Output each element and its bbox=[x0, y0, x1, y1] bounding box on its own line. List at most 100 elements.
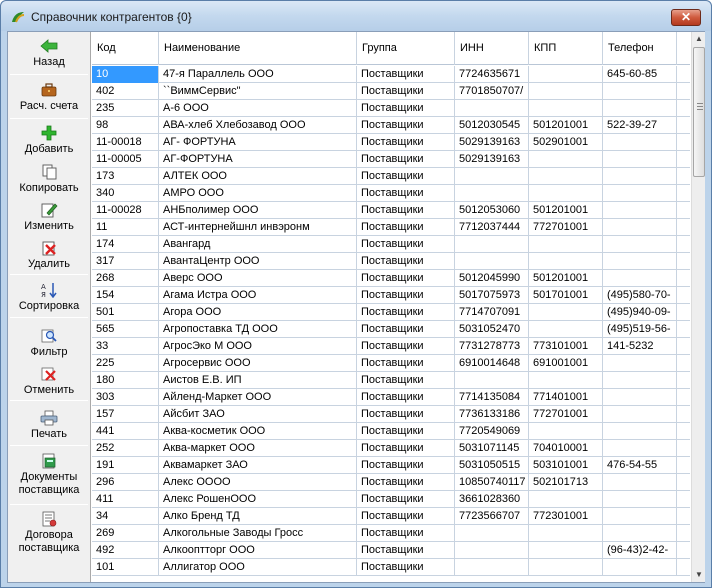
cell-kpp[interactable]: 503101001 bbox=[529, 457, 603, 474]
cell-inn[interactable]: 5031052470 bbox=[455, 321, 529, 338]
cell-inn[interactable]: 7720549069 bbox=[455, 423, 529, 440]
cell-group[interactable]: Поставщики bbox=[357, 202, 455, 219]
cell-group[interactable]: Поставщики bbox=[357, 542, 455, 559]
cell-name[interactable]: ``ВиммСервис" bbox=[159, 83, 357, 100]
cell-inn[interactable]: 5031071145 bbox=[455, 440, 529, 457]
scroll-down-arrow-icon[interactable]: ▼ bbox=[692, 568, 706, 582]
accounts-button[interactable]: Расч. счета bbox=[8, 82, 90, 113]
cell-name[interactable]: АгросЭко М ООО bbox=[159, 338, 357, 355]
cell-code[interactable]: 411 bbox=[92, 491, 159, 508]
cell-phone[interactable]: (495)519-56- bbox=[603, 321, 677, 338]
cell-code[interactable]: 441 bbox=[92, 423, 159, 440]
table-row[interactable]: 340 АМРО ООО Поставщики bbox=[92, 185, 690, 202]
cell-kpp[interactable] bbox=[529, 100, 603, 117]
cell-code[interactable]: 10 bbox=[92, 66, 159, 83]
cell-name[interactable]: Аистов Е.В. ИП bbox=[159, 372, 357, 389]
cell-name[interactable]: АНБполимер ООО bbox=[159, 202, 357, 219]
cell-group[interactable]: Поставщики bbox=[357, 151, 455, 168]
cell-group[interactable]: Поставщики bbox=[357, 525, 455, 542]
cell-name[interactable]: АГ- ФОРТУНА bbox=[159, 134, 357, 151]
cell-kpp[interactable]: 501701001 bbox=[529, 287, 603, 304]
cell-phone[interactable] bbox=[603, 508, 677, 525]
cell-inn[interactable]: 6910014648 bbox=[455, 355, 529, 372]
cell-code[interactable]: 303 bbox=[92, 389, 159, 406]
cell-group[interactable]: Поставщики bbox=[357, 270, 455, 287]
cell-phone[interactable] bbox=[603, 134, 677, 151]
cell-group[interactable]: Поставщики bbox=[357, 474, 455, 491]
cell-kpp[interactable]: 772701001 bbox=[529, 406, 603, 423]
cell-kpp[interactable] bbox=[529, 236, 603, 253]
cell-kpp[interactable] bbox=[529, 253, 603, 270]
cell-inn[interactable] bbox=[455, 372, 529, 389]
cell-group[interactable]: Поставщики bbox=[357, 355, 455, 372]
cell-code[interactable]: 402 bbox=[92, 83, 159, 100]
cell-phone[interactable] bbox=[603, 474, 677, 491]
cell-inn[interactable]: 7714135084 bbox=[455, 389, 529, 406]
cell-code[interactable]: 157 bbox=[92, 406, 159, 423]
cell-group[interactable]: Поставщики bbox=[357, 66, 455, 83]
cell-kpp[interactable] bbox=[529, 423, 603, 440]
cell-phone[interactable] bbox=[603, 406, 677, 423]
cell-kpp[interactable] bbox=[529, 491, 603, 508]
cell-name[interactable]: Алекс ОООО bbox=[159, 474, 357, 491]
cell-inn[interactable]: 7712037444 bbox=[455, 219, 529, 236]
cell-inn[interactable]: 5031050515 bbox=[455, 457, 529, 474]
table-row[interactable]: 11-00005 АГ-ФОРТУНА Поставщики 5029139163 bbox=[92, 151, 690, 168]
cell-group[interactable]: Поставщики bbox=[357, 457, 455, 474]
cell-name[interactable]: АвантаЦентр ООО bbox=[159, 253, 357, 270]
cell-inn[interactable] bbox=[455, 236, 529, 253]
cell-code[interactable]: 191 bbox=[92, 457, 159, 474]
table-row[interactable]: 191 Аквамаркет ЗАО Поставщики 5031050515 503… bbox=[92, 457, 690, 474]
scroll-up-arrow-icon[interactable]: ▲ bbox=[692, 32, 706, 46]
cell-kpp[interactable] bbox=[529, 83, 603, 100]
table-row[interactable]: 225 Агросервис ООО Поставщики 6910014648 691… bbox=[92, 355, 690, 372]
cell-phone[interactable] bbox=[603, 151, 677, 168]
cell-kpp[interactable] bbox=[529, 304, 603, 321]
cell-code[interactable]: 340 bbox=[92, 185, 159, 202]
cell-group[interactable]: Поставщики bbox=[357, 185, 455, 202]
cell-name[interactable]: АСТ-интернейшнл инвэронм bbox=[159, 219, 357, 236]
cell-inn[interactable]: 7723566707 bbox=[455, 508, 529, 525]
supplier-contracts-button[interactable]: Договора поставщика bbox=[8, 511, 90, 555]
cell-code[interactable]: 11-00018 bbox=[92, 134, 159, 151]
table-row[interactable]: 180 Аистов Е.В. ИП Поставщики bbox=[92, 372, 690, 389]
column-header-name[interactable]: Наименование bbox=[159, 32, 357, 65]
cell-name[interactable]: АЛТЕК ООО bbox=[159, 168, 357, 185]
column-header-group[interactable]: Группа bbox=[357, 32, 455, 65]
cell-inn[interactable]: 5017075973 bbox=[455, 287, 529, 304]
column-header-inn[interactable]: ИНН bbox=[455, 32, 529, 65]
cell-group[interactable]: Поставщики bbox=[357, 338, 455, 355]
cell-phone[interactable]: (495)940-09- bbox=[603, 304, 677, 321]
cell-phone[interactable] bbox=[603, 168, 677, 185]
cell-kpp[interactable]: 704010001 bbox=[529, 440, 603, 457]
cell-phone[interactable] bbox=[603, 525, 677, 542]
table-row[interactable]: 252 Аква-маркет ООО Поставщики 5031071145 70… bbox=[92, 440, 690, 457]
cell-name[interactable]: Авангард bbox=[159, 236, 357, 253]
cell-kpp[interactable] bbox=[529, 542, 603, 559]
cell-phone[interactable] bbox=[603, 270, 677, 287]
column-header-phone[interactable]: Телефон bbox=[603, 32, 677, 65]
cell-group[interactable]: Поставщики bbox=[357, 168, 455, 185]
cell-code[interactable]: 101 bbox=[92, 559, 159, 576]
cell-group[interactable]: Поставщики bbox=[357, 219, 455, 236]
cell-code[interactable]: 180 bbox=[92, 372, 159, 389]
cell-name[interactable]: Алекс РошенООО bbox=[159, 491, 357, 508]
table-row[interactable]: 269 Алкогольные Заводы Гросс Поставщики bbox=[92, 525, 690, 542]
cell-code[interactable]: 33 bbox=[92, 338, 159, 355]
cell-group[interactable]: Поставщики bbox=[357, 508, 455, 525]
table-row[interactable]: 11-00028 АНБполимер ООО Поставщики 50120530… bbox=[92, 202, 690, 219]
table-row[interactable]: 296 Алекс ОООО Поставщики 10850740117 502101… bbox=[92, 474, 690, 491]
cell-kpp[interactable]: 691001001 bbox=[529, 355, 603, 372]
table-row[interactable]: 402 ``ВиммСервис" Поставщики 7701850707/ bbox=[92, 83, 690, 100]
cell-name[interactable]: Аква-косметик ООО bbox=[159, 423, 357, 440]
cell-phone[interactable] bbox=[603, 83, 677, 100]
cell-phone[interactable] bbox=[603, 219, 677, 236]
cell-name[interactable]: Агама Истра ООО bbox=[159, 287, 357, 304]
cell-kpp[interactable] bbox=[529, 151, 603, 168]
table-row[interactable]: 10 47-я Параллель ООО Поставщики 7724635671… bbox=[92, 66, 690, 83]
cell-name[interactable]: Аква-маркет ООО bbox=[159, 440, 357, 457]
cell-group[interactable]: Поставщики bbox=[357, 423, 455, 440]
cell-inn[interactable]: 3661028360 bbox=[455, 491, 529, 508]
cell-name[interactable]: А-6 ООО bbox=[159, 100, 357, 117]
cell-inn[interactable]: 7724635671 bbox=[455, 66, 529, 83]
